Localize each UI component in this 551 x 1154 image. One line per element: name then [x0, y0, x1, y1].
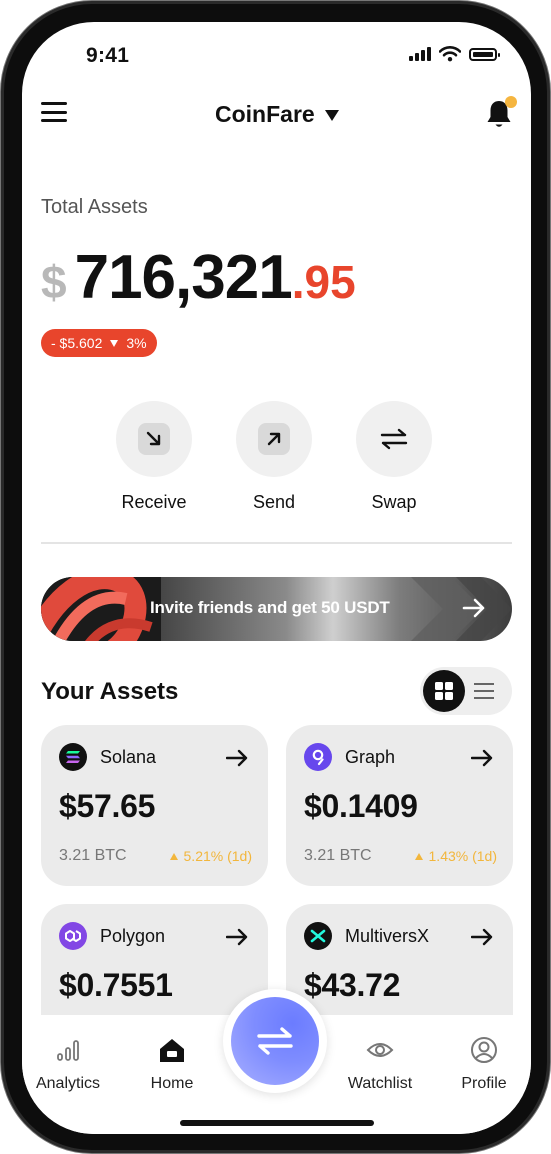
multiversx-icon: [304, 922, 332, 950]
arrow-right-icon: [471, 928, 493, 946]
arrow-right-icon: [226, 928, 248, 946]
coin-name: MultiversX: [345, 926, 430, 946]
app-name: CoinFare: [215, 101, 315, 127]
status-time: 9:41: [86, 44, 130, 67]
coin-name: Solana: [100, 747, 157, 767]
bar-chart-icon: [57, 1040, 79, 1061]
grid-icon: [435, 682, 453, 700]
arrow-right-icon: [471, 749, 493, 767]
coin-price: $43.72: [304, 967, 401, 1003]
arrow-right-icon: [226, 749, 248, 767]
promo-ribbon-art: [41, 577, 161, 641]
list-view-button[interactable]: [474, 681, 494, 701]
account-switcher[interactable]: CoinFare: [215, 101, 339, 128]
coin-change: 1.43% (1d): [414, 848, 497, 864]
promo-text: Invite friends and get 50 USDT: [150, 598, 390, 617]
coin-holding: 3.21 BTC: [304, 847, 372, 864]
nav-profile[interactable]: Profile: [439, 1035, 529, 1093]
solana-icon: [59, 743, 87, 771]
caret-down-icon: [324, 110, 339, 121]
receive-button[interactable]: Receive: [116, 401, 192, 513]
coin-holding: 3.21 BTC: [59, 847, 127, 864]
arrow-down-right-icon: [146, 431, 161, 446]
phone-frame: 9:41 CoinFare Total Assets $ 716,321 .95…: [0, 0, 551, 1154]
asset-card-graph[interactable]: Graph $0.1409 3.21 BTC 1.43% (1d): [286, 725, 513, 886]
invite-promo-banner[interactable]: Invite friends and get 50 USDT: [41, 577, 512, 641]
polygon-icon: [59, 922, 87, 950]
balance-integer: 716,321: [74, 243, 293, 312]
swap-label: Swap: [371, 492, 417, 512]
coin-price: $0.1409: [304, 788, 418, 824]
change-percent: 3%: [126, 335, 147, 351]
home-indicator: [180, 1120, 374, 1126]
receive-label: Receive: [121, 492, 187, 512]
balance-change-badge: - $5.602 3%: [41, 329, 157, 357]
total-balance: $ 716,321 .95: [41, 242, 356, 313]
graph-icon: [304, 743, 332, 771]
user-circle-icon: [471, 1037, 497, 1063]
send-button[interactable]: Send: [236, 401, 312, 513]
nav-home[interactable]: Home: [127, 1035, 217, 1093]
swap-fab-button[interactable]: [231, 997, 319, 1085]
your-assets-title: Your Assets: [41, 678, 179, 705]
asset-card-solana[interactable]: Solana $57.65 3.21 BTC 5.21% (1d): [41, 725, 268, 886]
view-toggle: [420, 667, 512, 715]
arrow-up-right-icon: [267, 432, 281, 446]
grid-view-button[interactable]: [423, 670, 465, 712]
home-icon: [160, 1039, 184, 1062]
nav-label: Home: [150, 1075, 194, 1092]
nav-label: Profile: [461, 1075, 507, 1092]
notification-dot: [505, 96, 517, 108]
coin-change: 5.21% (1d): [169, 848, 252, 864]
eye-icon: [366, 1043, 394, 1057]
triangle-up-icon: [169, 852, 178, 860]
triangle-up-icon: [414, 852, 423, 860]
divider: [41, 542, 512, 544]
send-label: Send: [252, 492, 296, 512]
nav-analytics[interactable]: Analytics: [23, 1035, 113, 1093]
nav-watchlist[interactable]: Watchlist: [335, 1035, 425, 1093]
battery-icon: [469, 47, 500, 61]
change-amount: - $5.602: [51, 335, 103, 351]
swap-button[interactable]: Swap: [356, 401, 432, 513]
coin-name: Polygon: [100, 926, 166, 946]
coin-price: $0.7551: [59, 967, 173, 1003]
nav-label: Watchlist: [347, 1075, 413, 1092]
swap-icon: [257, 1027, 293, 1055]
currency-symbol: $: [41, 256, 67, 308]
wifi-icon: [439, 46, 461, 62]
balance-decimal: .95: [291, 256, 356, 308]
menu-icon[interactable]: [41, 102, 67, 122]
nav-label: Analytics: [35, 1075, 101, 1092]
swap-icon: [380, 428, 408, 450]
cellular-signal-icon: [409, 47, 431, 61]
coin-price: $57.65: [59, 788, 156, 824]
app-screen: 9:41 CoinFare Total Assets $ 716,321 .95…: [22, 22, 531, 1134]
triangle-down-icon: [110, 339, 119, 347]
total-assets-label: Total Assets: [41, 196, 148, 218]
status-icons: [409, 46, 500, 62]
arrow-right-icon: [462, 598, 485, 618]
coin-name: Graph: [345, 747, 396, 767]
